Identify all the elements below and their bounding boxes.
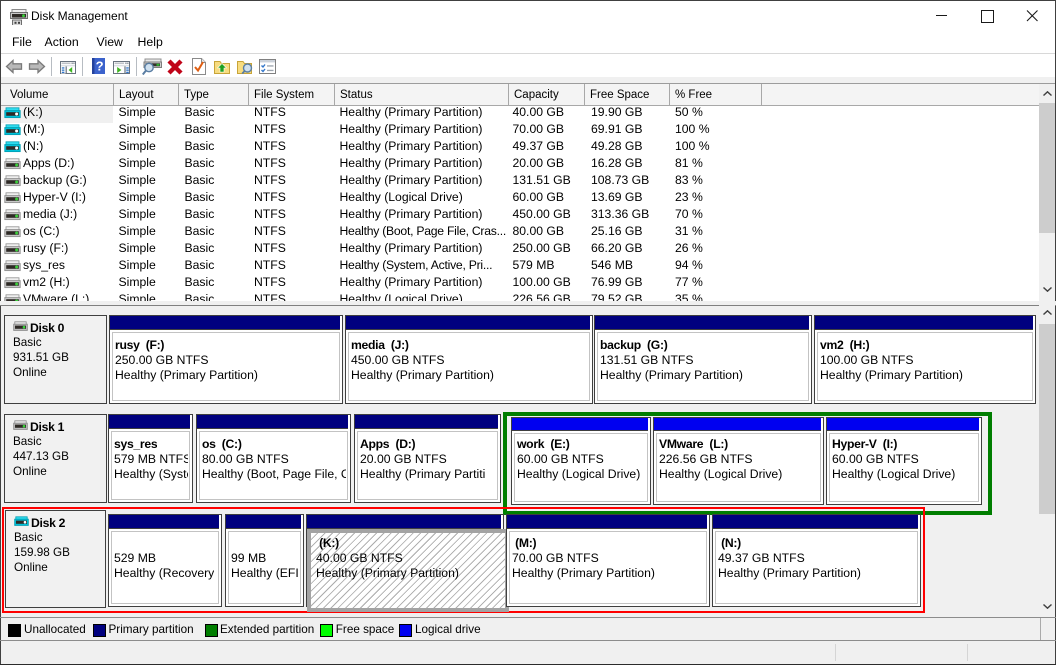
svg-text:?: ? <box>96 59 104 74</box>
